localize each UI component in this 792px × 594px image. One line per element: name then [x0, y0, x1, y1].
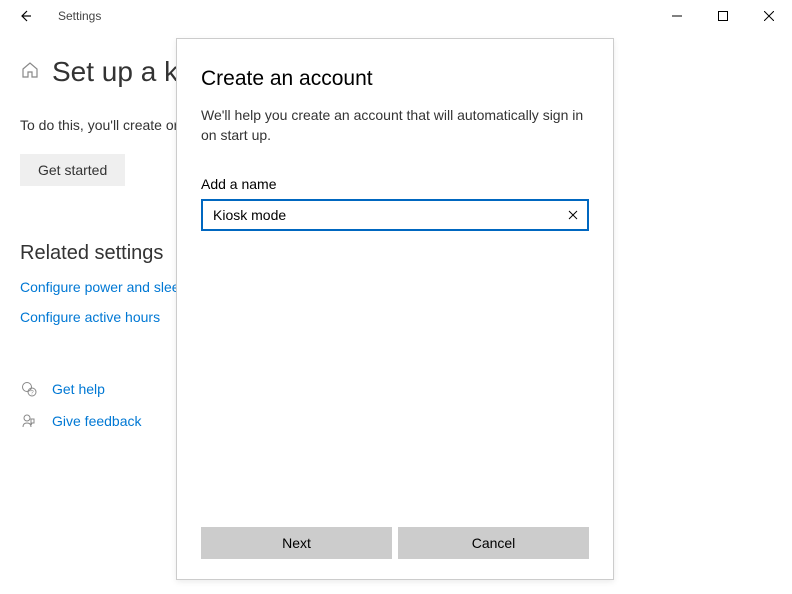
- give-feedback-link: Give feedback: [52, 413, 142, 429]
- window-controls: [654, 0, 792, 32]
- get-started-button[interactable]: Get started: [20, 154, 125, 186]
- window-title: Settings: [58, 9, 101, 23]
- dialog-footer: Next Cancel: [201, 527, 589, 559]
- cancel-button[interactable]: Cancel: [398, 527, 589, 559]
- dialog-title: Create an account: [201, 67, 589, 91]
- get-help-link: Get help: [52, 381, 105, 397]
- next-button[interactable]: Next: [201, 527, 392, 559]
- clear-icon: [568, 210, 578, 220]
- minimize-button[interactable]: [654, 0, 700, 32]
- name-field-label: Add a name: [201, 176, 589, 192]
- clear-input-button[interactable]: [563, 205, 583, 225]
- dialog-description: We'll help you create an account that wi…: [201, 105, 589, 146]
- back-button[interactable]: [10, 0, 40, 32]
- close-button[interactable]: [746, 0, 792, 32]
- minimize-icon: [672, 11, 682, 21]
- home-icon: [20, 60, 40, 85]
- titlebar: Settings: [0, 0, 792, 32]
- help-icon: ?: [20, 381, 38, 397]
- maximize-button[interactable]: [700, 0, 746, 32]
- back-arrow-icon: [17, 8, 33, 24]
- maximize-icon: [718, 11, 728, 21]
- feedback-icon: [20, 413, 38, 429]
- close-icon: [764, 11, 774, 21]
- name-input[interactable]: [201, 199, 589, 231]
- create-account-dialog: Create an account We'll help you create …: [176, 38, 614, 580]
- name-input-wrapper: [201, 199, 589, 231]
